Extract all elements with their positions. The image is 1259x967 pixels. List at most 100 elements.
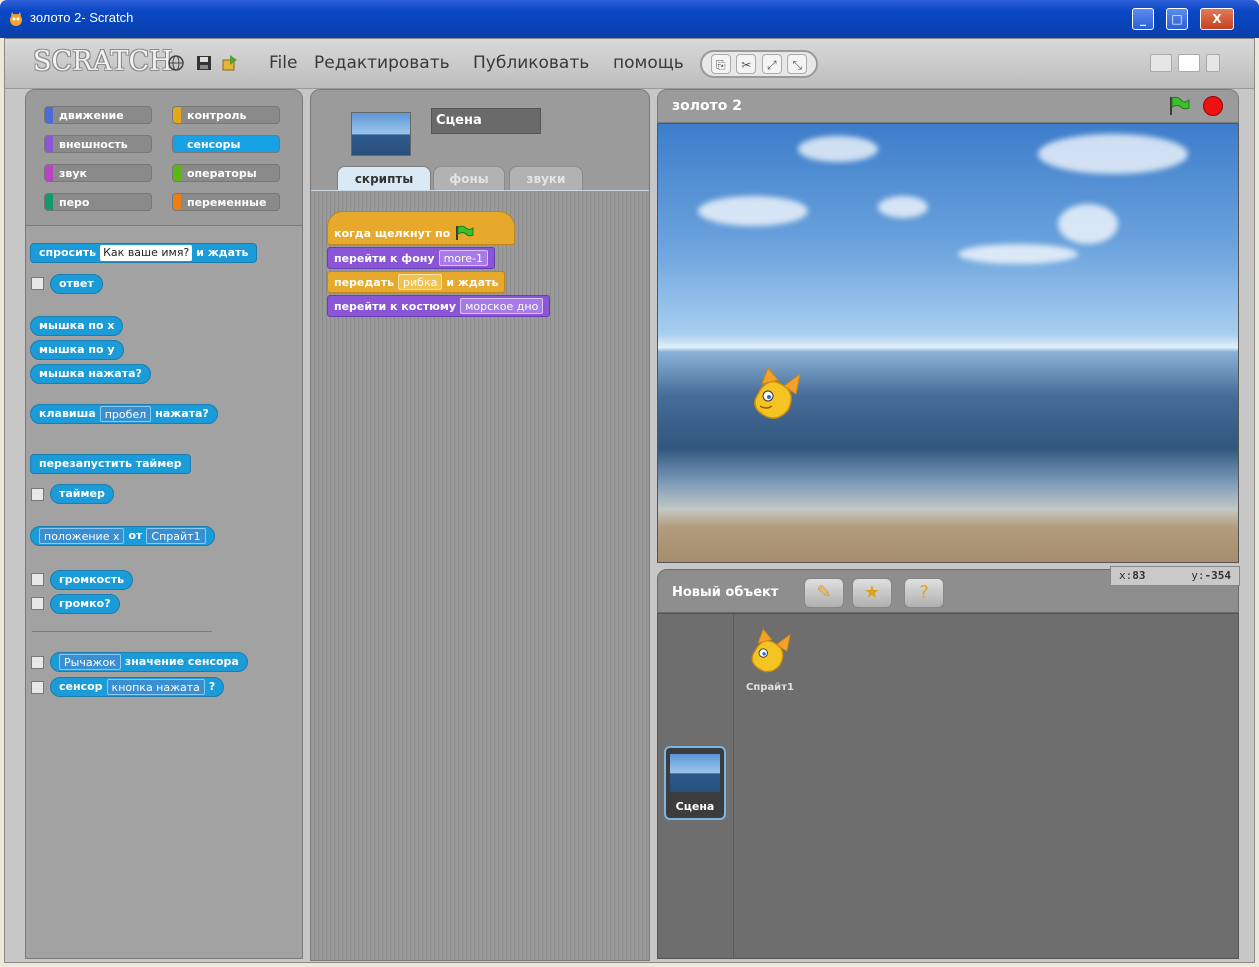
x-value: 83 xyxy=(1132,569,1146,582)
block-timer[interactable]: таймер xyxy=(50,484,114,504)
block-broadcast-and-wait[interactable]: передать рибка и ждать xyxy=(327,271,506,293)
category-label: операторы xyxy=(187,167,257,180)
block-switch-background[interactable]: перейти к фону more-1 xyxy=(327,247,496,269)
maximize-button[interactable]: □ xyxy=(1166,8,1188,30)
category-operators[interactable]: операторы xyxy=(172,164,280,182)
block-text: когда щелкнут по xyxy=(334,226,451,240)
category-looks[interactable]: внешность xyxy=(44,135,152,153)
block-mouse-down[interactable]: мышка нажата? xyxy=(30,364,151,384)
block-attribute-of[interactable]: положение x от Спрайт1 xyxy=(30,526,215,546)
timer-checkbox[interactable] xyxy=(31,488,44,501)
block-reset-timer[interactable]: перезапустить таймер xyxy=(30,454,191,474)
block-sensor-value[interactable]: Рычажок значение сенсора xyxy=(50,652,248,672)
block-text: перезапустить таймер xyxy=(39,457,182,470)
project-title: золото 2 xyxy=(672,98,742,114)
tab-sounds[interactable]: звуки xyxy=(509,166,583,190)
background-dropdown[interactable]: more-1 xyxy=(438,250,489,266)
cloud xyxy=(958,244,1078,264)
globe-icon[interactable] xyxy=(167,54,185,72)
block-text: клавиша xyxy=(39,407,96,420)
category-control[interactable]: контроль xyxy=(172,106,280,124)
sensor-checkbox[interactable] xyxy=(31,681,44,694)
block-text: мышка по x xyxy=(39,319,115,332)
category-label: контроль xyxy=(187,109,247,122)
block-text: спросить xyxy=(39,246,97,259)
object-name-field[interactable]: Сцена xyxy=(431,108,541,134)
block-text: и ждать xyxy=(446,275,499,289)
block-text: сенсор xyxy=(59,680,103,693)
stop-icon[interactable] xyxy=(1203,96,1223,116)
loud-checkbox[interactable] xyxy=(31,597,44,610)
grow-icon[interactable]: ⤢ xyxy=(761,54,782,74)
presentation-mode-icon[interactable] xyxy=(1206,54,1220,72)
category-selector: движение контроль внешность сенсоры звук… xyxy=(25,89,303,226)
paint-new-sprite-icon[interactable]: ✎ xyxy=(804,578,844,608)
category-swatch xyxy=(173,194,181,210)
scratch-app: SCRATCH File Редактировать Публиковать п… xyxy=(4,38,1255,963)
stage-tile[interactable]: Сцена xyxy=(664,746,726,820)
block-sensor[interactable]: сенсор кнопка нажата ? xyxy=(50,677,225,697)
block-answer[interactable]: ответ xyxy=(50,274,103,294)
block-text: от xyxy=(128,529,143,542)
menu-share[interactable]: Публиковать xyxy=(473,53,589,73)
sensor-state-dropdown[interactable]: кнопка нажата xyxy=(106,679,205,695)
sprite-tile[interactable]: Спрайт1 xyxy=(740,626,800,696)
stage-tile-thumbnail xyxy=(670,754,720,792)
fish-sprite[interactable] xyxy=(748,364,804,428)
stamp-icon[interactable]: ⎘ xyxy=(710,54,731,74)
category-sound[interactable]: звук xyxy=(44,164,152,182)
block-loud[interactable]: громко? xyxy=(50,594,120,614)
block-text: громкость xyxy=(59,573,125,586)
block-text: мышка по y xyxy=(39,343,115,356)
attribute-dropdown[interactable]: положение x xyxy=(39,528,125,544)
category-sensing[interactable]: сенсоры xyxy=(172,135,280,153)
category-swatch xyxy=(45,107,53,123)
block-mouse-x[interactable]: мышка по x xyxy=(30,316,124,336)
broadcast-dropdown[interactable]: рибка xyxy=(398,274,443,290)
menu-file[interactable]: File xyxy=(269,53,297,73)
scissors-icon[interactable]: ✂ xyxy=(736,54,757,74)
stage[interactable] xyxy=(657,123,1239,563)
block-mouse-y[interactable]: мышка по y xyxy=(30,340,124,360)
normal-stage-icon[interactable] xyxy=(1178,54,1200,72)
green-flag-icon[interactable] xyxy=(1168,96,1190,116)
stage-column: Сцена xyxy=(658,614,734,958)
minimize-button[interactable]: _ xyxy=(1132,8,1154,30)
scratch-logo: SCRATCH xyxy=(33,46,173,77)
save-icon[interactable] xyxy=(195,54,213,72)
category-swatch xyxy=(173,165,181,181)
block-loudness[interactable]: громкость xyxy=(50,570,134,590)
choose-sprite-from-file-icon[interactable]: ★ xyxy=(852,578,892,608)
close-button[interactable]: X xyxy=(1200,8,1234,30)
block-switch-costume[interactable]: перейти к костюму морское дно xyxy=(327,295,551,317)
sprite-list: Сцена Спрайт1 xyxy=(657,613,1239,959)
tab-scripts[interactable]: скрипты xyxy=(337,166,431,190)
sensor-dropdown[interactable]: Рычажок xyxy=(59,654,121,670)
small-stage-icon[interactable] xyxy=(1150,54,1172,72)
sprite-dropdown[interactable]: Спрайт1 xyxy=(146,528,206,544)
menu-help[interactable]: помощь xyxy=(613,53,684,73)
scratch-cat-icon xyxy=(10,12,22,26)
tab-backgrounds[interactable]: фоны xyxy=(433,166,505,190)
random-sprite-icon[interactable]: ? xyxy=(904,578,944,608)
share-icon[interactable] xyxy=(221,54,239,72)
window-titlebar: золото 2- Scratch _ □ X xyxy=(0,0,1259,38)
category-motion[interactable]: движение xyxy=(44,106,152,124)
block-when-flag-clicked[interactable]: когда щелкнут по xyxy=(327,211,515,245)
block-ask-and-wait[interactable]: спросить Как ваше имя? и ждать xyxy=(30,243,258,263)
mouse-coordinates: x:83 y:-354 xyxy=(1110,566,1240,586)
answer-checkbox[interactable] xyxy=(31,277,44,290)
category-pen[interactable]: перо xyxy=(44,193,152,211)
block-key-pressed[interactable]: клавиша пробел нажата? xyxy=(30,404,218,424)
loudness-checkbox[interactable] xyxy=(31,573,44,586)
mouse-x-readout: x:83 xyxy=(1119,569,1146,583)
scripts-area[interactable]: когда щелкнут по перейти к фону more-1 п… xyxy=(310,191,650,961)
sensor-value-checkbox[interactable] xyxy=(31,656,44,669)
costume-dropdown[interactable]: морское дно xyxy=(460,298,544,314)
menu-edit[interactable]: Редактировать xyxy=(314,53,450,73)
category-variables[interactable]: переменные xyxy=(172,193,280,211)
fish-sprite-thumbnail xyxy=(751,628,791,673)
key-dropdown[interactable]: пробел xyxy=(99,406,152,422)
shrink-icon[interactable]: ⤡ xyxy=(787,54,808,74)
ask-input[interactable]: Как ваше имя? xyxy=(100,245,193,261)
